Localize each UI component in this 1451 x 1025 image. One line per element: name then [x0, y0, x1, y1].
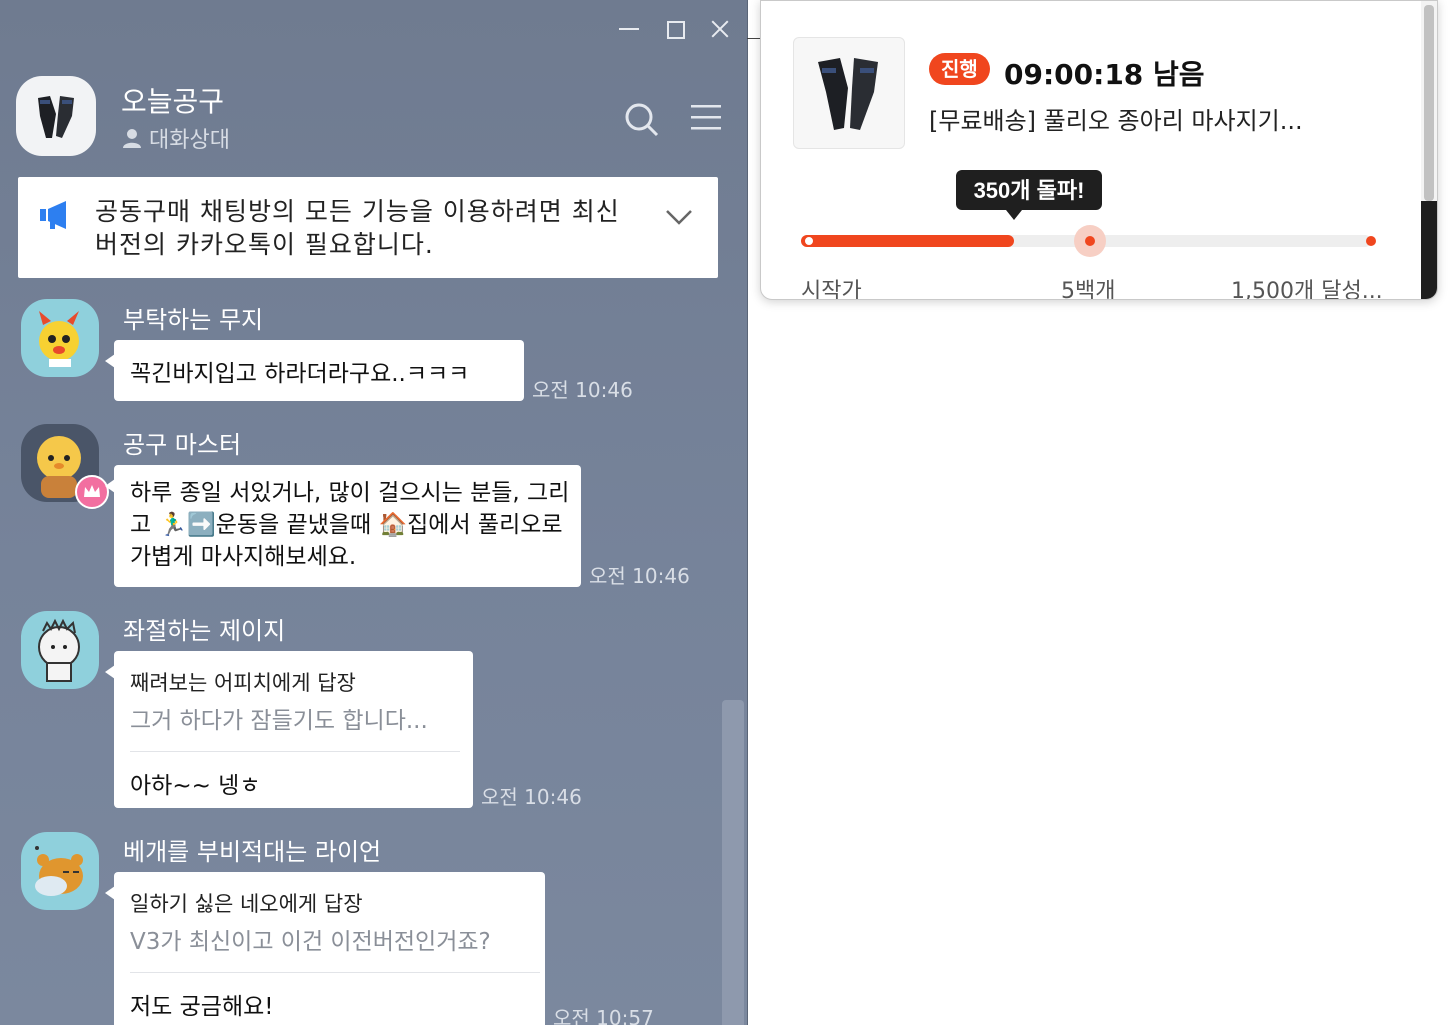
status-badge: 진행: [929, 53, 990, 85]
card-scrollbar-handle[interactable]: [1421, 201, 1437, 299]
message-text: 아하~~ 넹ㅎ: [130, 773, 261, 799]
message-text: 꼭긴바지입고 하라더라구요..ㅋㅋㅋ: [130, 361, 470, 387]
message-sender: 공구 마스터: [123, 431, 242, 459]
progress-label-end: 1,500개 달성...: [1231, 279, 1383, 300]
search-button[interactable]: [622, 100, 662, 140]
chat-window: 오늘공구 대화상대 공동구매 채팅방의 모든 기능을 이용하려면 최신 버전의 …: [0, 0, 748, 1025]
megaphone-icon: [40, 201, 66, 229]
milestone-tooltip: 350개 돌파!: [974, 178, 1085, 203]
room-title: 오늘공구: [121, 85, 225, 118]
minimize-button[interactable]: [614, 14, 644, 44]
message-sender: 좌절하는 제이지: [123, 617, 286, 645]
product-image[interactable]: [793, 37, 905, 149]
reply-bubble[interactable]: 째려보는 어피치에게 답장 그거 하다가 잠들기도 합니다... 아하~~ 넹ㅎ: [105, 651, 473, 808]
message-time: 오전 10:46: [532, 378, 633, 402]
message-time: 오전 10:57: [553, 1006, 654, 1025]
notice-text: 공동구매 채팅방의 모든 기능을 이용하려면 최신 버전의 카카오톡이 필요합니…: [95, 197, 620, 259]
milestone-dot: [1085, 236, 1095, 246]
master-badge: [75, 475, 109, 509]
crown-icon: [84, 485, 100, 497]
reply-quote[interactable]: 그거 하다가 잠들기도 합니다...: [130, 701, 460, 735]
close-button[interactable]: [705, 14, 735, 44]
ryan-character-icon: [35, 846, 83, 896]
message-time: 오전 10:46: [589, 564, 690, 588]
progress-chart: 350개 돌파!: [801, 170, 1376, 257]
reply-bubble[interactable]: 일하기 싫은 네오에게 답장 V3가 최신이고 이건 이전버전인거죠? 저도 궁…: [105, 872, 545, 1025]
message-bubble[interactable]: 하루 종일 서있거나, 많이 걸으시는 분들, 그리고 🏃‍♂️➡️운동을 끝냈…: [105, 465, 581, 587]
progress-label-mid: 5백개: [1061, 279, 1116, 300]
message-sender: 베개를 부비적대는 라이언: [123, 838, 382, 866]
progress-fill: [801, 235, 1014, 247]
chat-scrollbar[interactable]: [722, 700, 744, 1025]
maximize-button[interactable]: [660, 14, 690, 44]
jay-g-character-icon: [38, 618, 80, 682]
milestone-tooltip-arrow: [1006, 210, 1022, 220]
avatar[interactable]: [21, 611, 99, 689]
divider: [130, 751, 460, 752]
person-icon: [123, 129, 141, 148]
room-avatar[interactable]: [16, 76, 96, 156]
message-sender: 부탁하는 무지: [123, 306, 264, 334]
group-buy-card[interactable]: 진행 09:00:18 남음 [무료배송] 풀리오 종아리 마사지기... 35…: [760, 0, 1438, 300]
leg-massager-icon: [818, 58, 878, 130]
product-name[interactable]: [무료배송] 풀리오 종아리 마사지기...: [929, 101, 1303, 136]
countdown-timer: 09:00:18 남음: [1004, 58, 1205, 91]
progress-start-dot: [803, 235, 815, 247]
muzi-character-icon: [39, 311, 79, 367]
progress-label-start: 시작가: [801, 279, 862, 300]
message-bubble[interactable]: 꼭긴바지입고 하라더라구요..ㅋㅋㅋ: [105, 340, 524, 401]
room-members[interactable]: 대화상대: [121, 122, 230, 154]
reply-target: 째려보는 어피치에게 답장: [130, 671, 356, 695]
avatar[interactable]: [21, 299, 99, 377]
room-members-label: 대화상대: [149, 128, 230, 153]
menu-button[interactable]: [688, 100, 724, 136]
search-icon: [625, 103, 659, 137]
avatar[interactable]: [21, 832, 99, 910]
reply-target: 일하기 싫은 네오에게 답장: [130, 892, 363, 916]
product-thumbnail-icon: [38, 96, 74, 138]
divider: [747, 38, 761, 39]
message-text: 하루 종일 서있거나, 많이 걸으시는 분들, 그리고 🏃‍♂️➡️운동을 끝냈…: [130, 480, 570, 570]
hamburger-menu-icon: [691, 105, 721, 130]
divider: [130, 972, 540, 973]
chevron-down-icon[interactable]: [663, 205, 695, 229]
message-time: 오전 10:46: [481, 785, 582, 809]
card-scrollbar-thumb[interactable]: [1424, 5, 1434, 201]
message-text: 저도 궁금해요!: [130, 994, 274, 1020]
progress-end-dot: [1366, 236, 1376, 246]
update-notice-banner[interactable]: 공동구매 채팅방의 모든 기능을 이용하려면 최신 버전의 카카오톡이 필요합니…: [18, 177, 718, 278]
reply-quote[interactable]: V3가 최신이고 이건 이전버전인거죠?: [130, 922, 540, 956]
